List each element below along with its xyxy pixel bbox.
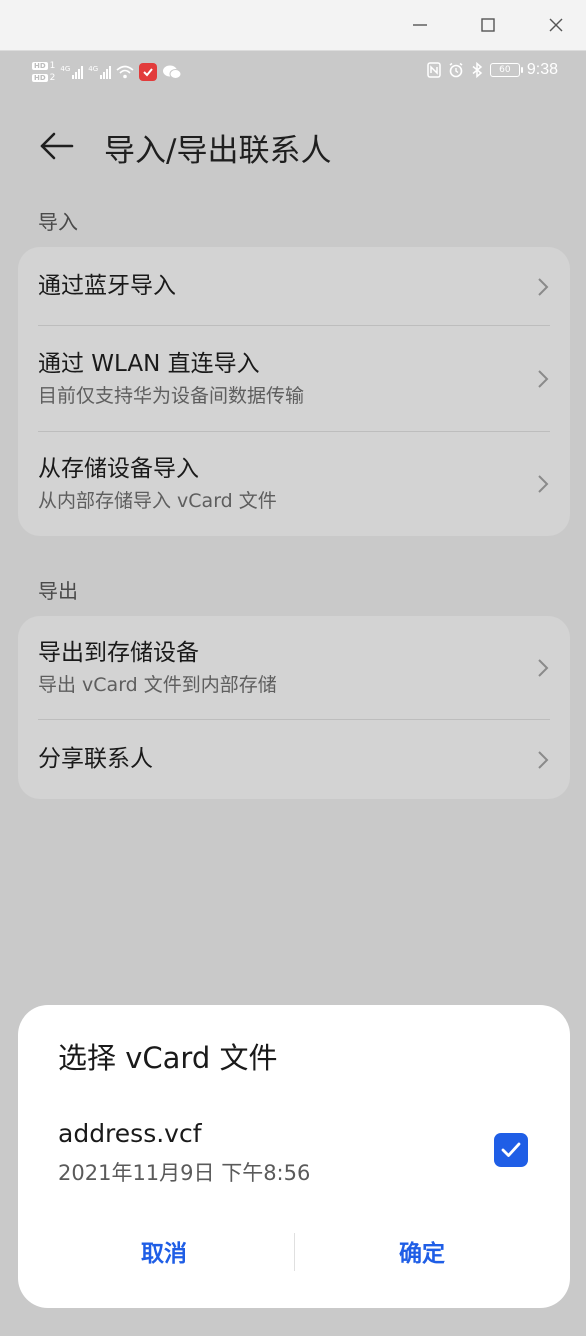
item-title: 通过 WLAN 直连导入 — [38, 350, 260, 377]
import-section-label: 导入 — [38, 210, 78, 234]
cancel-button[interactable]: 取消 — [54, 1227, 274, 1275]
item-title: 从存储设备导入 — [38, 455, 199, 482]
signal-strength-2-icon: 4G — [88, 65, 112, 79]
chevron-right-icon — [538, 277, 549, 296]
item-title: 分享联系人 — [38, 745, 153, 772]
maximize-button[interactable] — [458, 0, 518, 50]
chevron-right-icon — [538, 370, 549, 388]
file-name[interactable]: address.vcf — [58, 1119, 202, 1148]
import-wlan-direct-item[interactable]: 通过 WLAN 直连导入 目前仅支持华为设备间数据传输 — [18, 326, 570, 432]
nfc-icon — [427, 62, 441, 78]
dialog-title: 选择 vCard 文件 — [58, 1041, 278, 1075]
item-subtitle: 导出 vCard 文件到内部存储 — [38, 673, 277, 696]
battery-icon: 60 — [489, 63, 523, 77]
close-button[interactable] — [526, 0, 586, 50]
status-time: 9:38 — [526, 61, 558, 78]
page-title: 导入/导出联系人 — [104, 133, 332, 169]
vcard-select-dialog: 选择 vCard 文件 address.vcf 2021年11月9日 下午8:5… — [18, 1005, 570, 1308]
item-subtitle: 目前仅支持华为设备间数据传输 — [38, 384, 305, 407]
close-icon — [549, 18, 563, 32]
minimize-icon — [413, 24, 427, 26]
file-checkbox[interactable] — [494, 1133, 528, 1167]
file-date: 2021年11月9日 下午8:56 — [58, 1161, 311, 1185]
export-card: 导出到存储设备 导出 vCard 文件到内部存储 分享联系人 — [18, 616, 570, 799]
maximize-icon — [481, 18, 495, 32]
chevron-right-icon — [538, 659, 549, 677]
alarm-icon — [449, 62, 463, 78]
item-title: 通过蓝牙导入 — [38, 272, 176, 299]
chevron-right-icon — [538, 475, 549, 493]
window-titlebar — [0, 0, 586, 51]
back-button[interactable] — [34, 123, 80, 169]
minimize-button[interactable] — [390, 0, 450, 50]
sim-indicators: HD 1 HD 2 — [32, 61, 55, 83]
wifi-icon — [116, 65, 134, 79]
item-title: 导出到存储设备 — [38, 639, 199, 666]
sim2-badge: HD 2 — [32, 73, 56, 83]
wechat-icon — [163, 65, 182, 79]
export-storage-item[interactable]: 导出到存储设备 导出 vCard 文件到内部存储 — [18, 616, 570, 720]
export-section-label: 导出 — [38, 579, 78, 603]
item-subtitle: 从内部存储导入 vCard 文件 — [38, 489, 277, 512]
sim1-badge: HD 1 — [32, 61, 56, 71]
phone-screen: HD 1 HD 2 4G 4G 60 9:38 导入/导出联系人 导入 通过蓝牙… — [0, 51, 586, 1336]
chevron-right-icon — [538, 750, 549, 769]
button-divider — [294, 1233, 295, 1271]
checkmark-icon — [501, 1142, 521, 1157]
arrow-left-icon — [40, 132, 74, 160]
share-contacts-item[interactable]: 分享联系人 — [18, 720, 570, 799]
confirm-button[interactable]: 确定 — [312, 1227, 532, 1275]
status-bar: HD 1 HD 2 4G 4G 60 9:38 — [0, 51, 586, 95]
battery-level: 60 — [499, 65, 511, 75]
app-notification-icon — [139, 63, 158, 81]
import-bluetooth-item[interactable]: 通过蓝牙导入 — [18, 247, 570, 326]
import-storage-item[interactable]: 从存储设备导入 从内部存储导入 vCard 文件 — [18, 432, 570, 536]
import-card: 通过蓝牙导入 通过 WLAN 直连导入 目前仅支持华为设备间数据传输 从存储设备… — [18, 247, 570, 536]
app-bar: 导入/导出联系人 — [0, 111, 586, 181]
signal-strength-icon: 4G — [60, 65, 84, 79]
bluetooth-icon — [472, 62, 483, 78]
